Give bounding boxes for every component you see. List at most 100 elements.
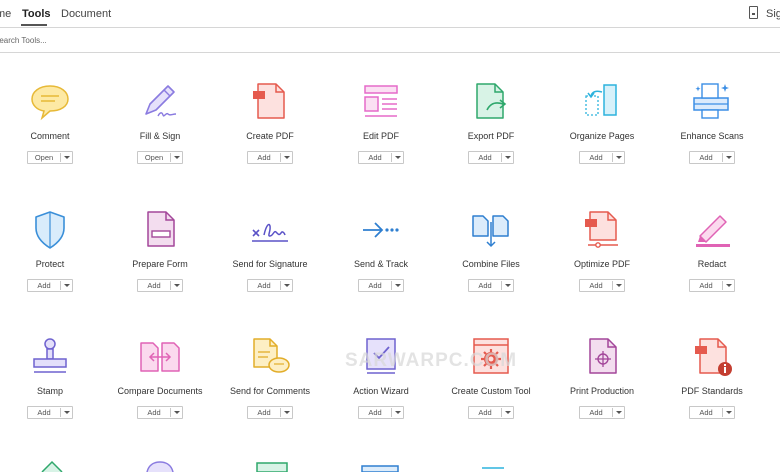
chevron-down-icon[interactable] (284, 156, 290, 159)
add-dropdown-button[interactable]: Add (137, 279, 183, 292)
open-dropdown-button[interactable]: Open (137, 151, 183, 164)
add-dropdown-button[interactable]: Add (247, 151, 293, 164)
button-label: Add (257, 281, 271, 290)
chevron-down-icon[interactable] (505, 284, 511, 287)
send-comments-icon (253, 338, 290, 373)
button-label: Add (147, 281, 161, 290)
edit-pdf-icon (364, 85, 398, 117)
tool-label: Create PDF (246, 131, 294, 141)
tab-home[interactable]: me (0, 8, 11, 20)
chevron-down-icon[interactable] (726, 411, 732, 414)
partial-row-icon (361, 465, 399, 472)
chevron-down-icon[interactable] (284, 411, 290, 414)
chevron-down-icon[interactable] (616, 156, 622, 159)
button-divider (722, 408, 723, 417)
compare-documents-icon (140, 342, 180, 372)
stamp-icon (33, 338, 67, 373)
pdf-standards-icon (695, 338, 732, 376)
signature-icon (252, 223, 288, 242)
chevron-down-icon[interactable] (64, 284, 70, 287)
button-divider (391, 281, 392, 290)
tab-document[interactable]: Document (61, 8, 111, 20)
partial-row-icon (41, 460, 63, 472)
tool-label: Enhance Scans (680, 131, 744, 141)
tool-label: Send & Track (353, 259, 409, 269)
partial-row-icon (482, 467, 504, 469)
add-dropdown-button[interactable]: Add (468, 279, 514, 292)
tab-tools[interactable]: Tools (22, 8, 51, 20)
add-dropdown-button[interactable]: Add (468, 406, 514, 419)
button-label: Add (257, 153, 271, 162)
tool-label: Protect (35, 259, 65, 269)
add-dropdown-button[interactable]: Add (27, 406, 73, 419)
add-dropdown-button[interactable]: Add (579, 279, 625, 292)
add-dropdown-button[interactable]: Add (579, 406, 625, 419)
prepare-form-icon (147, 211, 175, 247)
chevron-down-icon[interactable] (174, 156, 180, 159)
chevron-down-icon[interactable] (726, 284, 732, 287)
button-label: Add (37, 408, 51, 417)
open-dropdown-button[interactable]: Open (27, 151, 73, 164)
button-divider (391, 153, 392, 162)
button-label: Add (37, 281, 51, 290)
tool-label: Prepare Form (132, 259, 188, 269)
enhance-scans-icon (693, 83, 729, 119)
button-divider (170, 281, 171, 290)
chevron-down-icon[interactable] (505, 156, 511, 159)
chevron-down-icon[interactable] (395, 156, 401, 159)
search-input[interactable] (0, 32, 394, 48)
button-divider (60, 408, 61, 417)
phone-sign-icon[interactable] (749, 6, 758, 19)
chevron-down-icon[interactable] (616, 411, 622, 414)
button-divider (280, 408, 281, 417)
add-dropdown-button[interactable]: Add (27, 279, 73, 292)
add-dropdown-button[interactable]: Add (579, 151, 625, 164)
tool-label: Send for Signature (232, 259, 308, 269)
tool-label: Create Custom Tool (451, 386, 531, 396)
watermark: SARWARPC.COM (345, 350, 518, 371)
chevron-down-icon[interactable] (395, 411, 401, 414)
button-label: Open (144, 153, 164, 162)
button-label: Add (478, 408, 492, 417)
tool-label: Stamp (36, 386, 63, 396)
add-dropdown-button[interactable]: Add (358, 151, 404, 164)
add-dropdown-button[interactable]: Add (247, 406, 293, 419)
sign-in-link[interactable]: Sig (766, 8, 780, 20)
button-divider (280, 281, 281, 290)
chevron-down-icon[interactable] (395, 284, 401, 287)
tools-grid: Comment Open Fill & Sign Open Create PDF… (0, 53, 780, 470)
add-dropdown-button[interactable]: Add (689, 279, 735, 292)
organize-pages-icon (585, 84, 617, 116)
tool-label: PDF Standards (681, 386, 743, 396)
button-divider (722, 281, 723, 290)
button-divider (612, 153, 613, 162)
add-dropdown-button[interactable]: Add (247, 279, 293, 292)
active-tab-indicator (21, 24, 47, 26)
tool-label: Compare Documents (117, 386, 203, 396)
chevron-down-icon[interactable] (616, 284, 622, 287)
chevron-down-icon[interactable] (174, 411, 180, 414)
button-divider (170, 153, 171, 162)
button-label: Add (368, 153, 382, 162)
chevron-down-icon[interactable] (64, 156, 70, 159)
add-dropdown-button[interactable]: Add (358, 279, 404, 292)
button-divider (722, 153, 723, 162)
chevron-down-icon[interactable] (284, 284, 290, 287)
button-label: Add (368, 281, 382, 290)
add-dropdown-button[interactable]: Add (468, 151, 514, 164)
comment-icon (31, 85, 69, 121)
add-dropdown-button[interactable]: Add (137, 406, 183, 419)
button-label: Add (589, 408, 603, 417)
chevron-down-icon[interactable] (174, 284, 180, 287)
chevron-down-icon[interactable] (64, 411, 70, 414)
fill-sign-icon (145, 85, 177, 117)
tool-label: Redact (697, 259, 727, 269)
chevron-down-icon[interactable] (505, 411, 511, 414)
add-dropdown-button[interactable]: Add (689, 406, 735, 419)
chevron-down-icon[interactable] (726, 156, 732, 159)
button-divider (501, 408, 502, 417)
add-dropdown-button[interactable]: Add (358, 406, 404, 419)
button-divider (612, 281, 613, 290)
add-dropdown-button[interactable]: Add (689, 151, 735, 164)
tool-label: Combine Files (462, 259, 520, 269)
